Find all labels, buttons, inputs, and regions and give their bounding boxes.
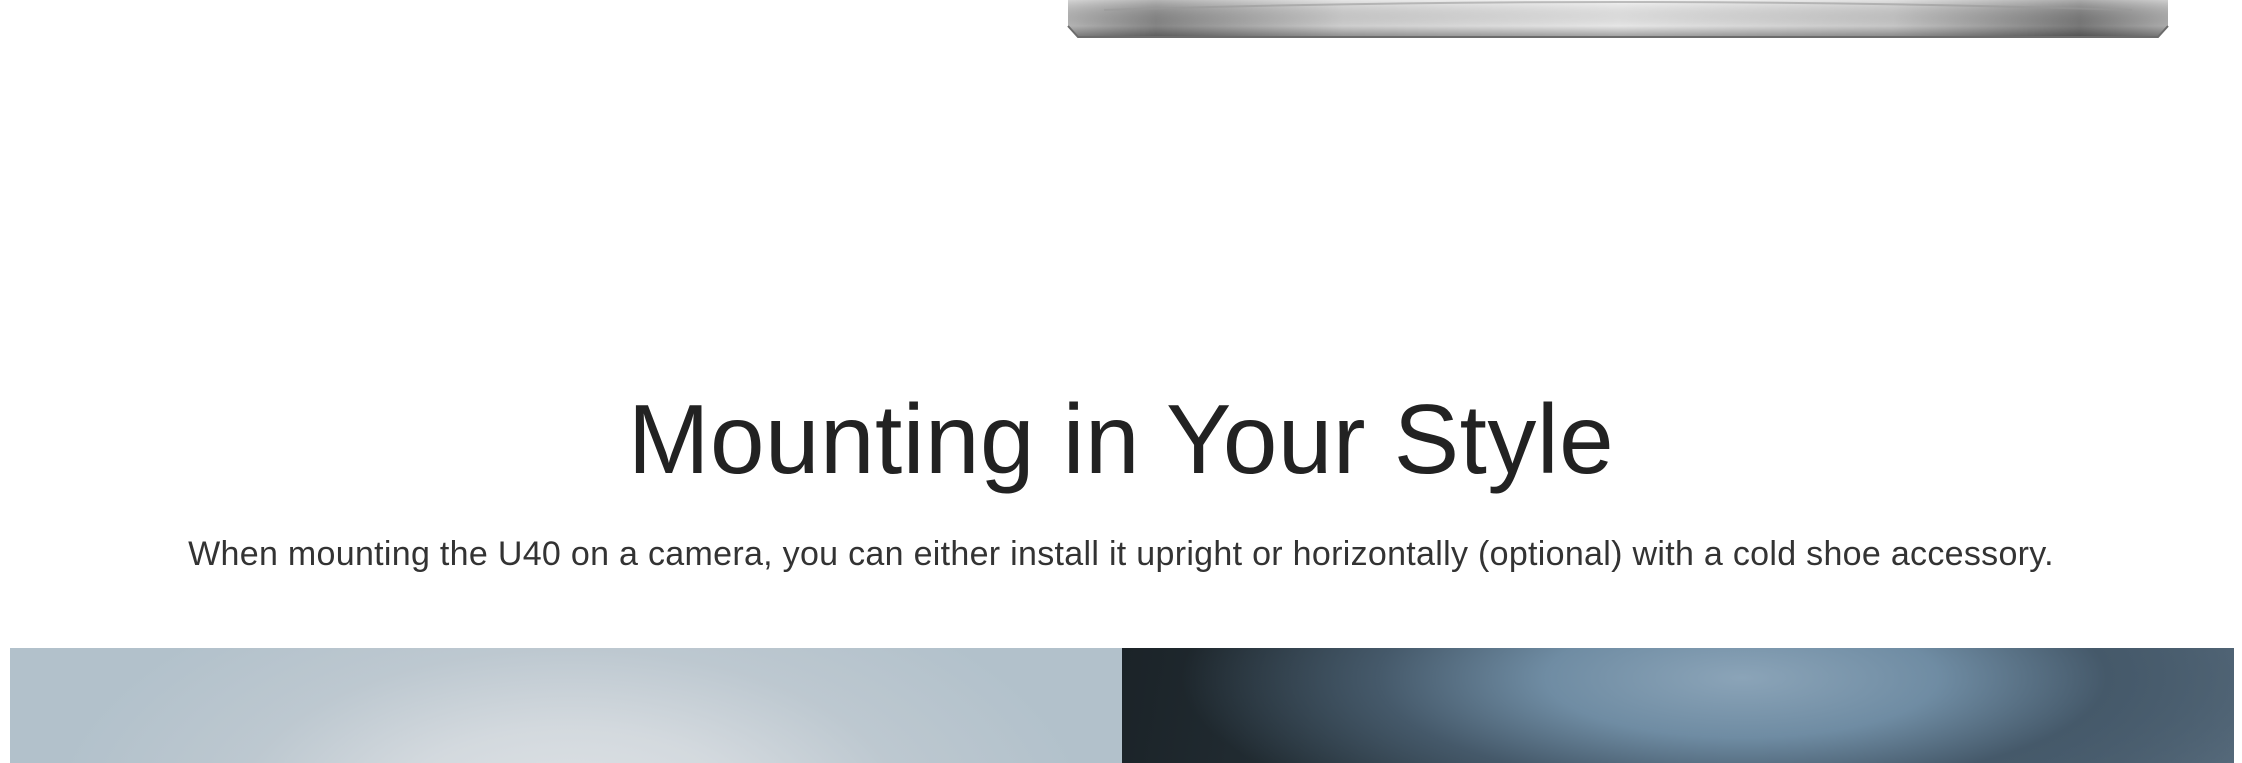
section-description: When mounting the U40 on a camera, you c… (188, 535, 2054, 573)
mounting-gallery (10, 648, 2234, 763)
gallery-image-horizontal (1122, 648, 2234, 763)
product-base-graphic (1067, 0, 2169, 38)
section-title: Mounting in Your Style (627, 384, 1615, 494)
gallery-image-upright (10, 648, 1122, 763)
product-image (1064, 0, 2172, 38)
